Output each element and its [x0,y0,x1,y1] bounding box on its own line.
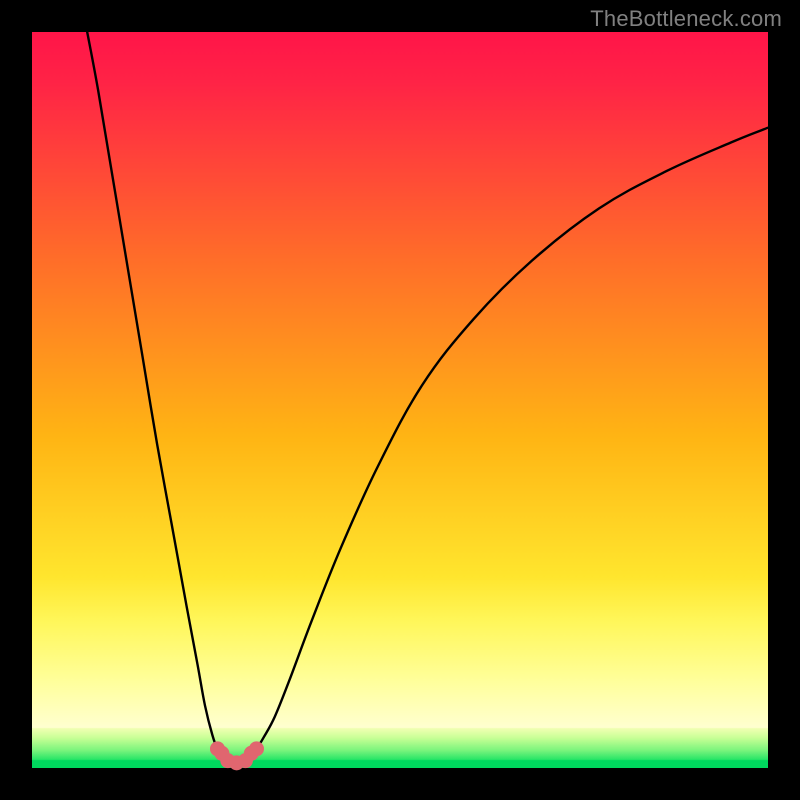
valley-marker [249,741,264,756]
chart-svg [32,32,768,768]
series-curve-right [251,128,768,754]
marker-layer [210,741,264,770]
curve-layer [87,32,768,763]
watermark-text: TheBottleneck.com [590,6,782,32]
series-curve-left [87,32,222,753]
